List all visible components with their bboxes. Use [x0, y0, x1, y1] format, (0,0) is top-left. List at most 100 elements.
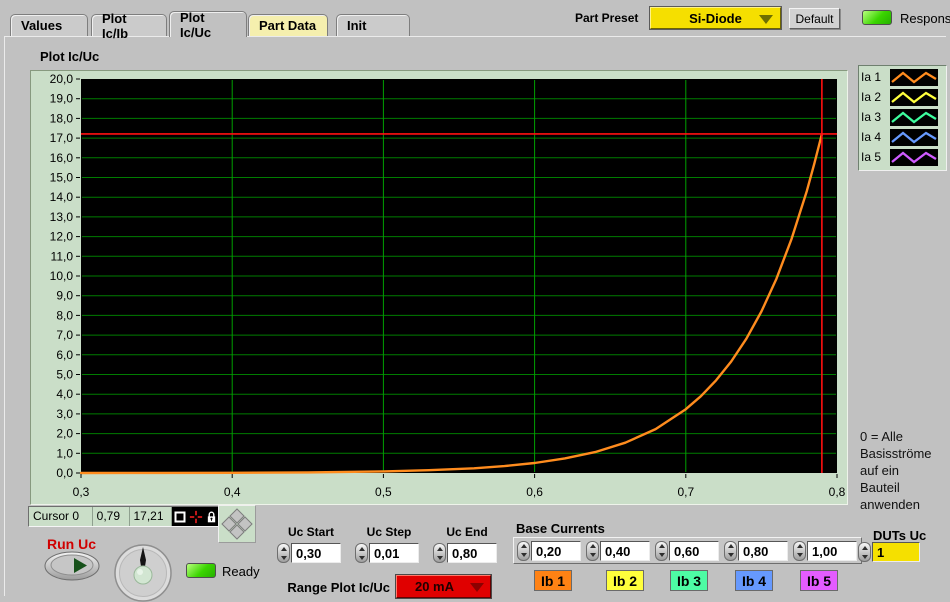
uc-start-control: 0,30: [277, 543, 341, 563]
y-tick-label: 10,0: [50, 269, 74, 283]
cursor-marker-icon[interactable]: [174, 511, 186, 523]
run-uc-button[interactable]: [43, 550, 101, 582]
duts-note: 0 = Alle Basisströme auf ein Bauteil anwende…: [860, 428, 950, 513]
uc-start-label: Uc Start: [287, 525, 334, 539]
knob-dial[interactable]: [112, 542, 174, 602]
cursor-y-value: 17,21: [130, 507, 173, 526]
legend-label: Ia 5: [861, 150, 882, 164]
base-current-4-stepper[interactable]: [724, 540, 737, 561]
base-current-4-field[interactable]: 0,80: [738, 540, 788, 561]
base-current-1: 0,20: [517, 540, 581, 561]
ib-label-1: Ib 1: [534, 570, 572, 591]
y-tick-label: 18,0: [50, 111, 74, 125]
duts-uc-control: 1: [858, 542, 920, 562]
legend-item-ia-1[interactable]: Ia 1: [861, 67, 944, 87]
y-tick-label: 3,0: [56, 407, 73, 421]
part-preset-label: Part Preset: [575, 11, 639, 25]
x-tick-label: 0,3: [73, 485, 90, 499]
x-tick-label: 0,6: [526, 485, 543, 499]
uc-start-stepper[interactable]: [277, 543, 290, 563]
y-tick-label: 0,0: [56, 466, 73, 480]
base-current-5: 1,00: [793, 540, 857, 561]
base-current-2-stepper[interactable]: [586, 540, 599, 561]
cursor-x-value: 0,79: [93, 507, 130, 526]
tab-page-edge-left: [4, 36, 5, 596]
part-preset-value: Si-Diode: [689, 10, 742, 26]
duts-uc-label: DUTs Uc: [873, 528, 927, 543]
y-tick-label: 20,0: [50, 72, 74, 86]
uc-step-stepper[interactable]: [355, 543, 368, 563]
part-preset-dropdown[interactable]: Si-Diode: [650, 7, 781, 29]
uc-start-field[interactable]: 0,30: [291, 543, 341, 563]
y-tick-label: 11,0: [51, 249, 74, 263]
legend-line-sample-icon: [890, 108, 938, 126]
y-tick-label: 12,0: [50, 230, 74, 244]
y-tick-label: 14,0: [50, 190, 74, 204]
tab-init[interactable]: Init: [336, 14, 410, 36]
y-tick-label: 13,0: [50, 210, 74, 224]
duts-note-line: Bauteil: [860, 480, 900, 495]
y-tick-label: 4,0: [56, 387, 73, 401]
y-tick-label: 19,0: [50, 92, 74, 106]
base-current-2-field[interactable]: 0,40: [600, 540, 650, 561]
uc-end-label: Uc End: [446, 525, 488, 539]
uc-step-field[interactable]: 0,01: [369, 543, 419, 563]
plot-legend[interactable]: Ia 1 Ia 2 Ia 3 Ia 4 Ia 5: [858, 65, 947, 171]
base-current-5-field[interactable]: 1,00: [807, 540, 857, 561]
ib-label-5: Ib 5: [800, 570, 838, 591]
legend-label: Ia 1: [861, 70, 882, 84]
plot-panel: 0,0 1,0 2,0 3,0 4,0 5,0 6,0 7,0 8,0 9,0 10,0 11,0 12…: [30, 70, 848, 505]
base-current-1-field[interactable]: 0,20: [531, 540, 581, 561]
lock-icon[interactable]: [206, 510, 217, 524]
tab-plot-ic-ib[interactable]: Plot Ic/Ib: [91, 11, 167, 41]
y-tick-label: 9,0: [56, 289, 73, 303]
tab-part-data[interactable]: Part Data: [248, 14, 328, 36]
tab-plot-ic-uc[interactable]: Plot Ic/Uc: [169, 10, 247, 40]
y-tick-label: 6,0: [56, 348, 73, 362]
ib-label-2: Ib 2: [606, 570, 644, 591]
default-button[interactable]: Default: [789, 8, 840, 29]
uc-step-control: 0,01: [355, 543, 419, 563]
base-current-1-stepper[interactable]: [517, 540, 530, 561]
base-current-3-stepper[interactable]: [655, 540, 668, 561]
base-current-2: 0,40: [586, 540, 650, 561]
tab-values[interactable]: Values: [10, 14, 88, 36]
range-plot-value: 20 mA: [414, 579, 455, 594]
ib-label-3: Ib 3: [670, 570, 708, 591]
legend-line-sample-icon: [890, 88, 938, 106]
legend-item-ia-4[interactable]: Ia 4: [861, 127, 944, 147]
y-tick-label: 1,0: [56, 446, 73, 460]
legend-label: Ia 2: [861, 90, 882, 104]
ready-label: Ready: [222, 564, 260, 579]
x-tick-label: 0,5: [375, 485, 392, 499]
legend-label: Ia 4: [861, 130, 882, 144]
x-tick-label: 0,7: [677, 485, 694, 499]
cursor-style-controls[interactable]: [172, 507, 219, 526]
plot-title: Plot Ic/Uc: [40, 49, 100, 64]
chevron-down-icon: [470, 583, 484, 592]
legend-item-ia-3[interactable]: Ia 3: [861, 107, 944, 127]
duts-uc-field[interactable]: 1: [872, 542, 920, 562]
chevron-down-icon: [759, 15, 773, 24]
duts-uc-stepper[interactable]: [858, 542, 871, 562]
y-tick-label: 17,0: [50, 131, 74, 145]
cursor-move-pad[interactable]: [218, 505, 256, 543]
application-window: Values Plot Ic/Ib Plot Ic/Uc Part Data Init …: [0, 0, 950, 602]
y-tick-label: 7,0: [56, 328, 73, 342]
crosshair-icon[interactable]: [189, 510, 203, 524]
base-currents-panel: 0,20 0,40 0,60 0,80 1,00: [513, 537, 862, 564]
range-plot-label: Range Plot Ic/Uc: [287, 580, 390, 595]
uc-end-control: 0,80: [433, 543, 497, 563]
y-tick-label: 16,0: [50, 151, 74, 165]
range-plot-dropdown[interactable]: 20 mA: [396, 575, 491, 598]
base-current-5-stepper[interactable]: [793, 540, 806, 561]
uc-step-label: Uc Step: [366, 525, 412, 539]
legend-item-ia-2[interactable]: Ia 2: [861, 87, 944, 107]
cursor-legend-bar[interactable]: Cursor 0 0,79 17,21: [28, 506, 220, 527]
base-currents-label: Base Currents: [516, 521, 605, 536]
legend-item-ia-5[interactable]: Ia 5: [861, 147, 944, 167]
uc-end-field[interactable]: 0,80: [447, 543, 497, 563]
duts-note-line: auf ein: [860, 463, 900, 478]
base-current-3-field[interactable]: 0,60: [669, 540, 719, 561]
uc-end-stepper[interactable]: [433, 543, 446, 563]
